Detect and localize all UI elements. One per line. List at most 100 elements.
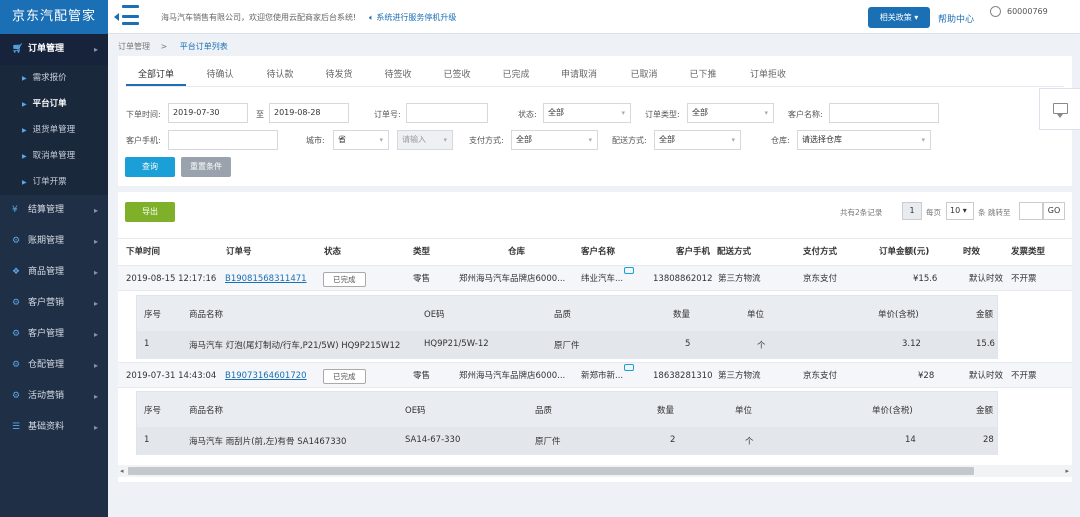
item-name: 海马汽车 雨刮片(前,左)有骨 SA1467330 <box>189 437 347 447</box>
chevron-right-icon: ▸ <box>93 45 98 54</box>
col-type: 类型 <box>413 247 431 257</box>
user-menu[interactable]: 60000769 <box>990 6 1048 17</box>
item-quality: 原厂件 <box>535 437 561 447</box>
item-col-seq: 序号 <box>144 310 162 320</box>
sidebar-item-products[interactable]: ❖ 商品管理 ▸ <box>0 257 108 288</box>
horizontal-scrollbar[interactable]: ◂ ▸ <box>118 465 1072 477</box>
policy-button[interactable]: 相关政策 ▾ <box>868 7 930 28</box>
col-delivery: 配送方式 <box>717 247 752 257</box>
sidebar-item-campaigns[interactable]: ⚙ 活动营销 ▸ <box>0 381 108 412</box>
col-invoice: 发票类型 <box>1011 247 1046 257</box>
sidebar-subitem-cancellations[interactable]: ▶ 取消单管理 <box>0 143 108 169</box>
per-page-select[interactable]: 10 ▾ <box>946 202 974 220</box>
tab-cancelled[interactable]: 已取消 <box>618 64 670 86</box>
export-button[interactable]: 导出 <box>125 202 175 222</box>
message-icon[interactable] <box>624 364 634 371</box>
sidebar-subitem-invoicing[interactable]: ▶ 订单开票 <box>0 169 108 195</box>
sidebar-item-warehouse[interactable]: ⚙ 仓配管理 ▸ <box>0 350 108 381</box>
item-col-qty: 数量 <box>657 406 675 416</box>
query-button[interactable]: 查询 <box>125 157 175 177</box>
scroll-right-icon[interactable]: ▸ <box>1065 465 1069 477</box>
order-type-select[interactable]: 全部 <box>687 103 774 123</box>
province-select[interactable]: 省 <box>333 130 389 150</box>
menu-toggle-icon[interactable] <box>112 5 140 29</box>
warehouse-select[interactable]: 请选择仓库 <box>797 130 931 150</box>
col-amount: 订单金额(元) <box>879 247 930 257</box>
order-amount: ¥15.6 <box>913 274 938 284</box>
sidebar-item-settlement[interactable]: ¥ 结算管理 ▸ <box>0 195 108 226</box>
date-from-input[interactable]: 2019-07-30 <box>168 103 248 123</box>
item-col-unit: 单位 <box>735 406 753 416</box>
item-col-total: 金额 <box>976 406 994 416</box>
sidebar-subitem-quote[interactable]: ▶ 需求报价 <box>0 65 108 91</box>
tab-completed[interactable]: 已完成 <box>490 64 542 86</box>
chat-widget[interactable] <box>1039 88 1080 130</box>
sidebar-item-customers[interactable]: ⚙ 客户管理 ▸ <box>0 319 108 350</box>
go-button[interactable]: GO <box>1043 202 1065 220</box>
top-bar: 京东汽配管家 海马汽车销售有限公司，欢迎您使用云配商家后台系统! 🔈︎ 系统进行… <box>0 0 1080 34</box>
total-records: 共有2条记录 <box>840 208 883 217</box>
items-header: 序号 商品名称 OE码 品质 数量 单位 单价(含税) 金额 <box>137 296 997 331</box>
order-phone: 13808862012 <box>653 274 713 284</box>
order-row: 2019-07-31 14:43:04 B19073164601720 已完成 … <box>118 362 1072 388</box>
tab-pending-payment[interactable]: 待认款 <box>254 64 306 86</box>
gears-icon: ⚙ <box>12 391 21 401</box>
order-warehouse: 郑州海马汽车品牌店6000... <box>459 274 566 284</box>
tab-pending-receipt[interactable]: 待签收 <box>372 64 424 86</box>
sidebar-item-order-management[interactable]: 🛒︎ 订单管理 ▸ <box>0 34 108 65</box>
tab-received[interactable]: 已签收 <box>431 64 483 86</box>
tab-pushed-down[interactable]: 已下推 <box>677 64 729 86</box>
status-select[interactable]: 全部 <box>543 103 631 123</box>
item-total: 15.6 <box>976 339 995 349</box>
customer-phone-input[interactable] <box>168 130 278 150</box>
delivery-method-select[interactable]: 全部 <box>654 130 741 150</box>
item-price: 3.12 <box>902 339 921 349</box>
tab-pending-ship[interactable]: 待发货 <box>313 64 365 86</box>
order-no-input[interactable] <box>406 103 488 123</box>
triangle-icon: ▶ <box>22 75 27 82</box>
app-logo[interactable]: 京东汽配管家 <box>0 0 108 34</box>
item-name: 海马汽车 灯泡(尾灯制动/行车,P21/5W) HQ9P215W12 <box>189 341 401 351</box>
order-items-table: 序号 商品名称 OE码 品质 数量 单位 单价(含税) 金额 1 海马汽车 灯泡… <box>136 295 998 359</box>
sidebar-item-basic-data[interactable]: ☰ 基础资料 ▸ <box>0 412 108 443</box>
customer-name-input[interactable] <box>829 103 939 123</box>
item-qty: 5 <box>685 339 691 349</box>
gears-icon: ⚙ <box>12 360 21 370</box>
item-seq: 1 <box>144 339 150 349</box>
scroll-left-icon[interactable]: ◂ <box>120 465 124 477</box>
tab-all-orders[interactable]: 全部订单 <box>126 64 186 86</box>
order-row: 2019-08-15 12:17:16 B19081568311471 已完成 … <box>118 265 1072 291</box>
scrollbar-thumb[interactable] <box>128 467 974 475</box>
jump-label: 跳转至 <box>988 208 1011 217</box>
filter-panel: 全部订单 待确认 待认款 待发货 待签收 已签收 已完成 申请取消 已取消 已下… <box>118 56 1072 186</box>
tab-divider <box>126 86 1064 87</box>
chevron-down-icon: ▾ <box>914 13 919 22</box>
pay-method-select[interactable]: 全部 <box>511 130 598 150</box>
system-notice[interactable]: 🔈︎ 系统进行服务停机升级 <box>369 12 456 23</box>
breadcrumb-root[interactable]: 订单管理 <box>118 42 150 51</box>
jump-page-input[interactable] <box>1019 202 1043 220</box>
tab-pending-confirm[interactable]: 待确认 <box>194 64 246 86</box>
sidebar-subitem-platform-orders[interactable]: ▶ 平台订单 <box>0 91 108 117</box>
tab-cancel-requested[interactable]: 申请取消 <box>549 64 609 86</box>
per-page-label: 每页 <box>926 208 941 217</box>
breadcrumb-separator: > <box>160 42 168 51</box>
order-warehouse: 郑州海马汽车品牌店6000... <box>459 371 566 381</box>
order-no-link[interactable]: B19073164601720 <box>225 363 307 389</box>
date-to-input[interactable]: 2019-08-28 <box>269 103 349 123</box>
tab-rejected[interactable]: 订单拒收 <box>738 64 798 86</box>
sidebar-item-credit-period[interactable]: ⚙ 账期管理 ▸ <box>0 226 108 257</box>
message-icon[interactable] <box>624 267 634 274</box>
item-col-qty: 数量 <box>673 310 691 320</box>
order-no-link[interactable]: B19081568311471 <box>225 266 307 292</box>
sidebar-subitem-returns[interactable]: ▶ 退货单管理 <box>0 117 108 143</box>
city-select[interactable]: 请输入 <box>397 130 453 150</box>
item-col-seq: 序号 <box>144 406 162 416</box>
welcome-text: 海马汽车销售有限公司，欢迎您使用云配商家后台系统! <box>161 13 357 22</box>
item-price: 14 <box>905 435 916 445</box>
order-phone: 18638281310 <box>653 371 713 381</box>
reset-button[interactable]: 重置条件 <box>181 157 231 177</box>
sidebar-item-customer-marketing[interactable]: ⚙ 客户营销 ▸ <box>0 288 108 319</box>
help-center-link[interactable]: 帮助中心 <box>938 12 974 25</box>
page-number-button[interactable]: 1 <box>902 202 922 220</box>
